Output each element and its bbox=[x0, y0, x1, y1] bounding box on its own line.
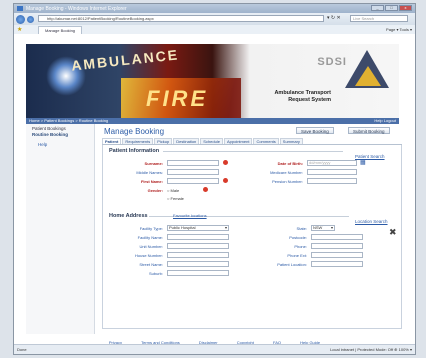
back-icon[interactable] bbox=[16, 14, 25, 24]
dob-label: Date of Birth: bbox=[277, 161, 303, 166]
tab-destination[interactable]: Destination bbox=[173, 138, 200, 144]
booking-tabs: Patient Requirements Pickup Destination … bbox=[102, 138, 402, 145]
minimize-button[interactable]: _ bbox=[371, 5, 384, 11]
unit-number-label: Unit Number: bbox=[139, 244, 163, 249]
state-value: NSW bbox=[313, 225, 323, 230]
house-number-field[interactable] bbox=[167, 252, 229, 258]
facility-name-field[interactable] bbox=[167, 234, 229, 240]
sidebar: Patient Bookings Routine Booking Help bbox=[26, 124, 95, 334]
suburb-label: Suburb: bbox=[148, 271, 163, 276]
sidebar-item-routine-booking[interactable]: Routine Booking bbox=[26, 132, 94, 138]
medicare-field[interactable] bbox=[307, 169, 357, 175]
banner-ambulance-text: AMBULANCE bbox=[70, 46, 180, 74]
favorites-star-icon[interactable]: ★ bbox=[17, 26, 22, 33]
medicare-label: Medicare Number: bbox=[270, 170, 303, 175]
postcode-field[interactable] bbox=[311, 234, 363, 240]
pension-field[interactable] bbox=[307, 178, 357, 184]
brand-logo: SDSI bbox=[317, 56, 347, 68]
status-text: Done bbox=[17, 347, 27, 352]
patient-form: Patient Information Patient Search Surna… bbox=[102, 145, 402, 329]
patient-location-label: Patient Location: bbox=[277, 262, 307, 267]
browser-tab[interactable]: Manage Booking bbox=[38, 26, 83, 34]
breadcrumb-text[interactable]: Home > Patient Bookings > Routine Bookin… bbox=[29, 118, 108, 123]
maximize-button[interactable]: □ bbox=[385, 5, 398, 11]
calendar-icon[interactable]: ▦ bbox=[360, 159, 366, 166]
postcode-label: Postcode: bbox=[289, 235, 307, 240]
forward-icon[interactable] bbox=[27, 15, 34, 23]
middle-name-field[interactable] bbox=[167, 169, 219, 175]
error-icon bbox=[203, 187, 208, 192]
home-address-heading: Home Address bbox=[109, 213, 148, 219]
facility-type-select[interactable]: Public Hospital ▾ bbox=[167, 225, 229, 231]
middle-name-label: Middle Names: bbox=[136, 170, 163, 175]
header-banner: AMBULANCE FIRE SDSI Ambulance Transport … bbox=[26, 44, 399, 118]
window-title: Manage Booking - Windows Internet Explor… bbox=[26, 5, 127, 12]
url-input[interactable]: http://akumar.net:8012/PatientBooking/Ro… bbox=[38, 15, 324, 22]
first-name-label: First Name: bbox=[140, 179, 163, 184]
gender-female-radio[interactable]: ○ Female bbox=[167, 196, 184, 201]
facility-name-label: Facility Name: bbox=[137, 235, 163, 240]
patient-info-heading: Patient Information bbox=[109, 148, 160, 154]
app-subtitle: Ambulance Transport Request System bbox=[274, 90, 331, 104]
dob-field[interactable]: dd/mm/yyyy bbox=[307, 160, 357, 166]
error-icon bbox=[223, 178, 228, 183]
title-bar: Manage Booking - Windows Internet Explor… bbox=[14, 4, 415, 13]
pension-label: Pension Number: bbox=[272, 179, 303, 184]
tab-schedule[interactable]: Schedule bbox=[200, 138, 223, 144]
error-icon bbox=[223, 160, 228, 165]
tab-requirements[interactable]: Requirements bbox=[122, 138, 154, 144]
location-search-link[interactable]: Location Search bbox=[355, 219, 388, 224]
tab-appointment[interactable]: Appointment bbox=[223, 138, 253, 144]
female-label: Female bbox=[170, 196, 184, 201]
banner-fire-text: FIRE bbox=[146, 86, 209, 111]
house-number-label: House Number: bbox=[134, 253, 163, 258]
submit-button[interactable]: Submit Booking bbox=[348, 127, 390, 134]
tab-pickup[interactable]: Pickup bbox=[154, 138, 173, 144]
unit-number-field[interactable] bbox=[167, 243, 229, 249]
patient-location-field[interactable] bbox=[311, 261, 363, 267]
close-button[interactable]: x bbox=[399, 5, 412, 11]
sidebar-item-help[interactable]: Help bbox=[26, 142, 94, 148]
page-content: AMBULANCE FIRE SDSI Ambulance Transport … bbox=[14, 34, 415, 351]
tab-comments[interactable]: Comments bbox=[253, 138, 279, 144]
section-divider bbox=[163, 151, 343, 152]
street-name-field[interactable] bbox=[167, 261, 229, 267]
favourite-locations-link[interactable]: Favourite locations bbox=[173, 213, 207, 218]
surname-label: Surname: bbox=[144, 161, 163, 166]
phone-ext-field[interactable] bbox=[311, 252, 363, 258]
suburb-field[interactable] bbox=[167, 270, 229, 276]
state-select[interactable]: NSW ▾ bbox=[311, 225, 335, 231]
surname-field[interactable] bbox=[167, 160, 219, 166]
save-button[interactable]: Save Booking bbox=[296, 127, 334, 134]
street-name-label: Street Name: bbox=[139, 262, 163, 267]
main-panel: Manage Booking Save Booking Submit Booki… bbox=[98, 124, 402, 334]
phone-label: Phone: bbox=[294, 244, 307, 249]
search-input[interactable]: Live Search bbox=[350, 15, 408, 22]
address-bar: http://akumar.net:8012/PatientBooking/Ro… bbox=[14, 13, 415, 25]
app-subtitle-line1: Ambulance Transport bbox=[274, 90, 331, 96]
command-bar[interactable]: Page ▾ Tools ▾ bbox=[386, 26, 412, 33]
first-name-field[interactable] bbox=[167, 178, 219, 184]
chevron-down-icon: ▾ bbox=[224, 225, 227, 230]
gender-male-radio[interactable]: ○ Male bbox=[167, 188, 179, 193]
facility-type-value: Public Hospital bbox=[169, 225, 196, 230]
zone-and-zoom[interactable]: Local intranet | Protected Mode: Off ⊕ 1… bbox=[330, 345, 412, 354]
pyramid-logo-inner bbox=[355, 66, 381, 86]
app-subtitle-line2: Request System bbox=[288, 97, 331, 103]
chevron-down-icon: ▾ bbox=[330, 225, 333, 230]
facility-type-label: Facility Type: bbox=[139, 226, 163, 231]
refresh-icon[interactable]: ▾ ↻ ✕ bbox=[327, 15, 341, 21]
phone-ext-label: Phone Ext: bbox=[287, 253, 307, 258]
phone-field[interactable] bbox=[311, 243, 363, 249]
status-bar: Done Local intranet | Protected Mode: Of… bbox=[14, 344, 415, 354]
browser-window: Manage Booking - Windows Internet Explor… bbox=[13, 3, 416, 355]
page-title: Manage Booking bbox=[104, 127, 165, 136]
tab-summary[interactable]: Summary bbox=[279, 138, 303, 144]
ie-icon bbox=[17, 6, 23, 11]
map-pin-icon[interactable]: ✖ bbox=[389, 227, 397, 238]
state-label: State: bbox=[296, 226, 307, 231]
male-label: Male bbox=[170, 188, 180, 193]
gender-label: Gender: bbox=[147, 188, 163, 193]
tab-patient[interactable]: Patient bbox=[102, 138, 122, 144]
